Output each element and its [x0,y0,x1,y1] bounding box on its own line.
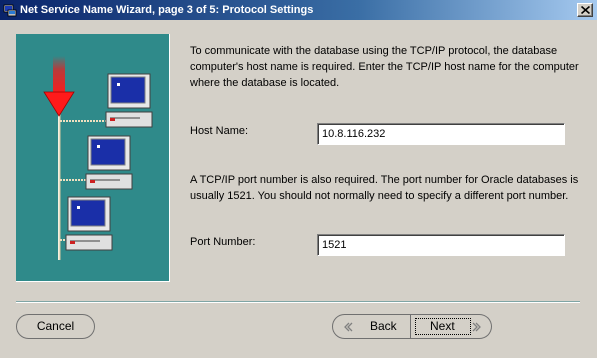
port-description-text: A TCP/IP port number is also required. T… [190,174,579,202]
wizard-app-icon [3,3,17,17]
title-bar[interactable]: Net Service Name Wizard, page 3 of 5: Pr… [0,0,597,20]
next-button-label: Next [430,319,455,333]
cancel-button[interactable]: Cancel [16,314,95,339]
window-title: Net Service Name Wizard, page 3 of 5: Pr… [20,4,314,16]
chevron-right-icon [472,322,481,332]
port-number-input[interactable] [317,234,565,256]
host-description-text: To communicate with the database using t… [190,45,579,89]
button-separator [16,301,580,303]
red-arrow-down-icon [43,56,75,117]
chevron-left-icon [344,322,353,332]
close-icon [581,6,590,14]
cancel-button-label: Cancel [36,319,75,333]
port-number-label: Port Number: [190,236,256,248]
close-button[interactable] [577,3,593,17]
next-button[interactable]: Next [411,314,492,339]
host-name-label: Host Name: [190,125,249,137]
wizard-window: Net Service Name Wizard, page 3 of 5: Pr… [0,0,597,358]
back-button-label: Back [370,319,397,333]
host-name-input[interactable] [317,123,565,145]
back-button[interactable]: Back [332,314,411,339]
network-computers-illustration [16,34,170,282]
